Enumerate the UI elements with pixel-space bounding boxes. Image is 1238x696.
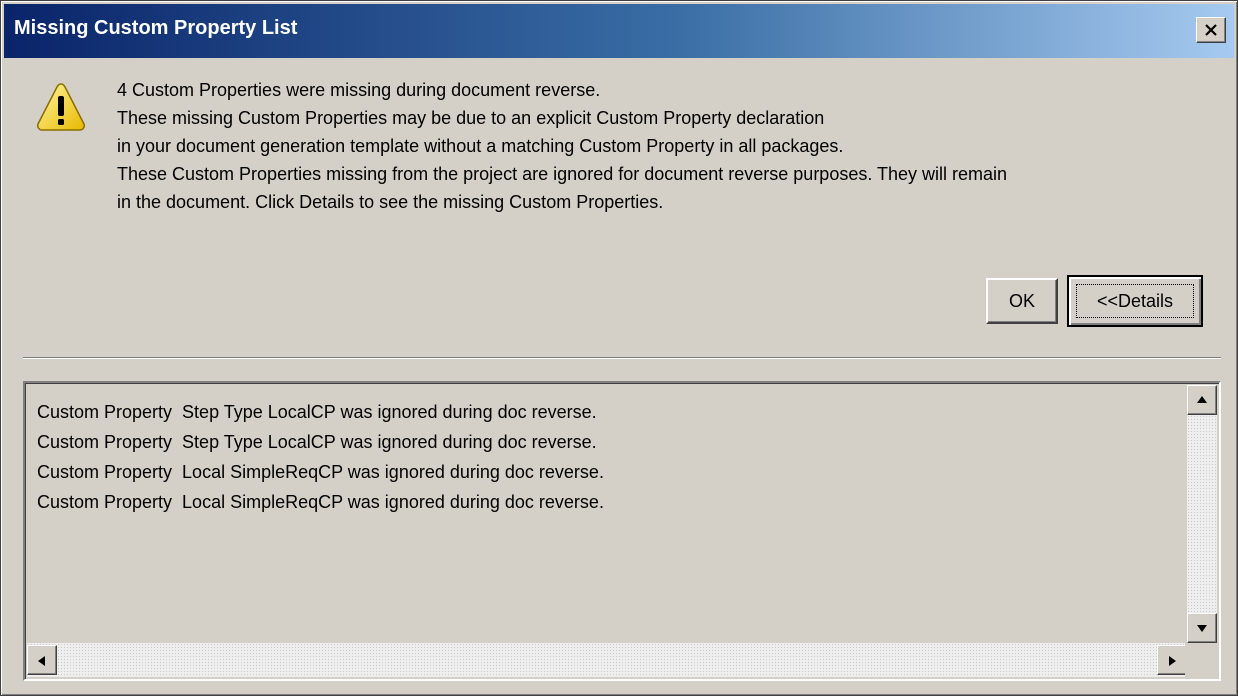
message-line: These Custom Properties missing from the… bbox=[117, 164, 1008, 184]
details-button-label: <<Details bbox=[1096, 290, 1174, 311]
arrow-right-icon bbox=[1169, 656, 1176, 666]
close-button[interactable] bbox=[1196, 17, 1226, 43]
message-line: in your document generation template wit… bbox=[117, 136, 844, 156]
horizontal-scrollbar[interactable] bbox=[27, 643, 1187, 677]
list-item[interactable]: Custom Property Local SimpleReqCP was ig… bbox=[37, 457, 604, 487]
scrollbar-corner bbox=[1185, 643, 1217, 677]
vertical-scrollbar[interactable] bbox=[1187, 385, 1217, 643]
missing-custom-property-dialog: Missing Custom Property List 4 Custom Pr… bbox=[0, 0, 1238, 696]
arrow-down-icon bbox=[1197, 625, 1207, 632]
message-text: 4 Custom Properties were missing during … bbox=[117, 76, 1217, 216]
warning-icon bbox=[37, 83, 85, 131]
divider bbox=[23, 357, 1221, 359]
details-button[interactable]: <<Details bbox=[1067, 275, 1203, 327]
details-list[interactable]: Custom Property Step Type LocalCP was ig… bbox=[23, 381, 1221, 681]
scroll-up-button[interactable] bbox=[1187, 385, 1217, 415]
list-item[interactable]: Custom Property Local SimpleReqCP was ig… bbox=[37, 487, 604, 517]
scroll-left-button[interactable] bbox=[27, 645, 57, 675]
arrow-up-icon bbox=[1197, 396, 1207, 403]
scroll-down-button[interactable] bbox=[1187, 613, 1217, 643]
message-line: in the document. Click Details to see th… bbox=[117, 192, 664, 212]
arrow-left-icon bbox=[38, 656, 45, 666]
ok-button[interactable]: OK bbox=[986, 278, 1058, 324]
details-list-content: Custom Property Step Type LocalCP was ig… bbox=[37, 397, 604, 517]
message-line: 4 Custom Properties were missing during … bbox=[117, 80, 601, 100]
list-item[interactable]: Custom Property Step Type LocalCP was ig… bbox=[37, 397, 604, 427]
scroll-right-button[interactable] bbox=[1157, 645, 1187, 675]
close-icon bbox=[1205, 24, 1217, 36]
message-line: These missing Custom Properties may be d… bbox=[117, 108, 825, 128]
ok-button-label: OK bbox=[1008, 290, 1035, 311]
list-item[interactable]: Custom Property Step Type LocalCP was ig… bbox=[37, 427, 604, 457]
window-title: Missing Custom Property List bbox=[14, 17, 298, 39]
title-bar[interactable]: Missing Custom Property List bbox=[4, 4, 1234, 58]
